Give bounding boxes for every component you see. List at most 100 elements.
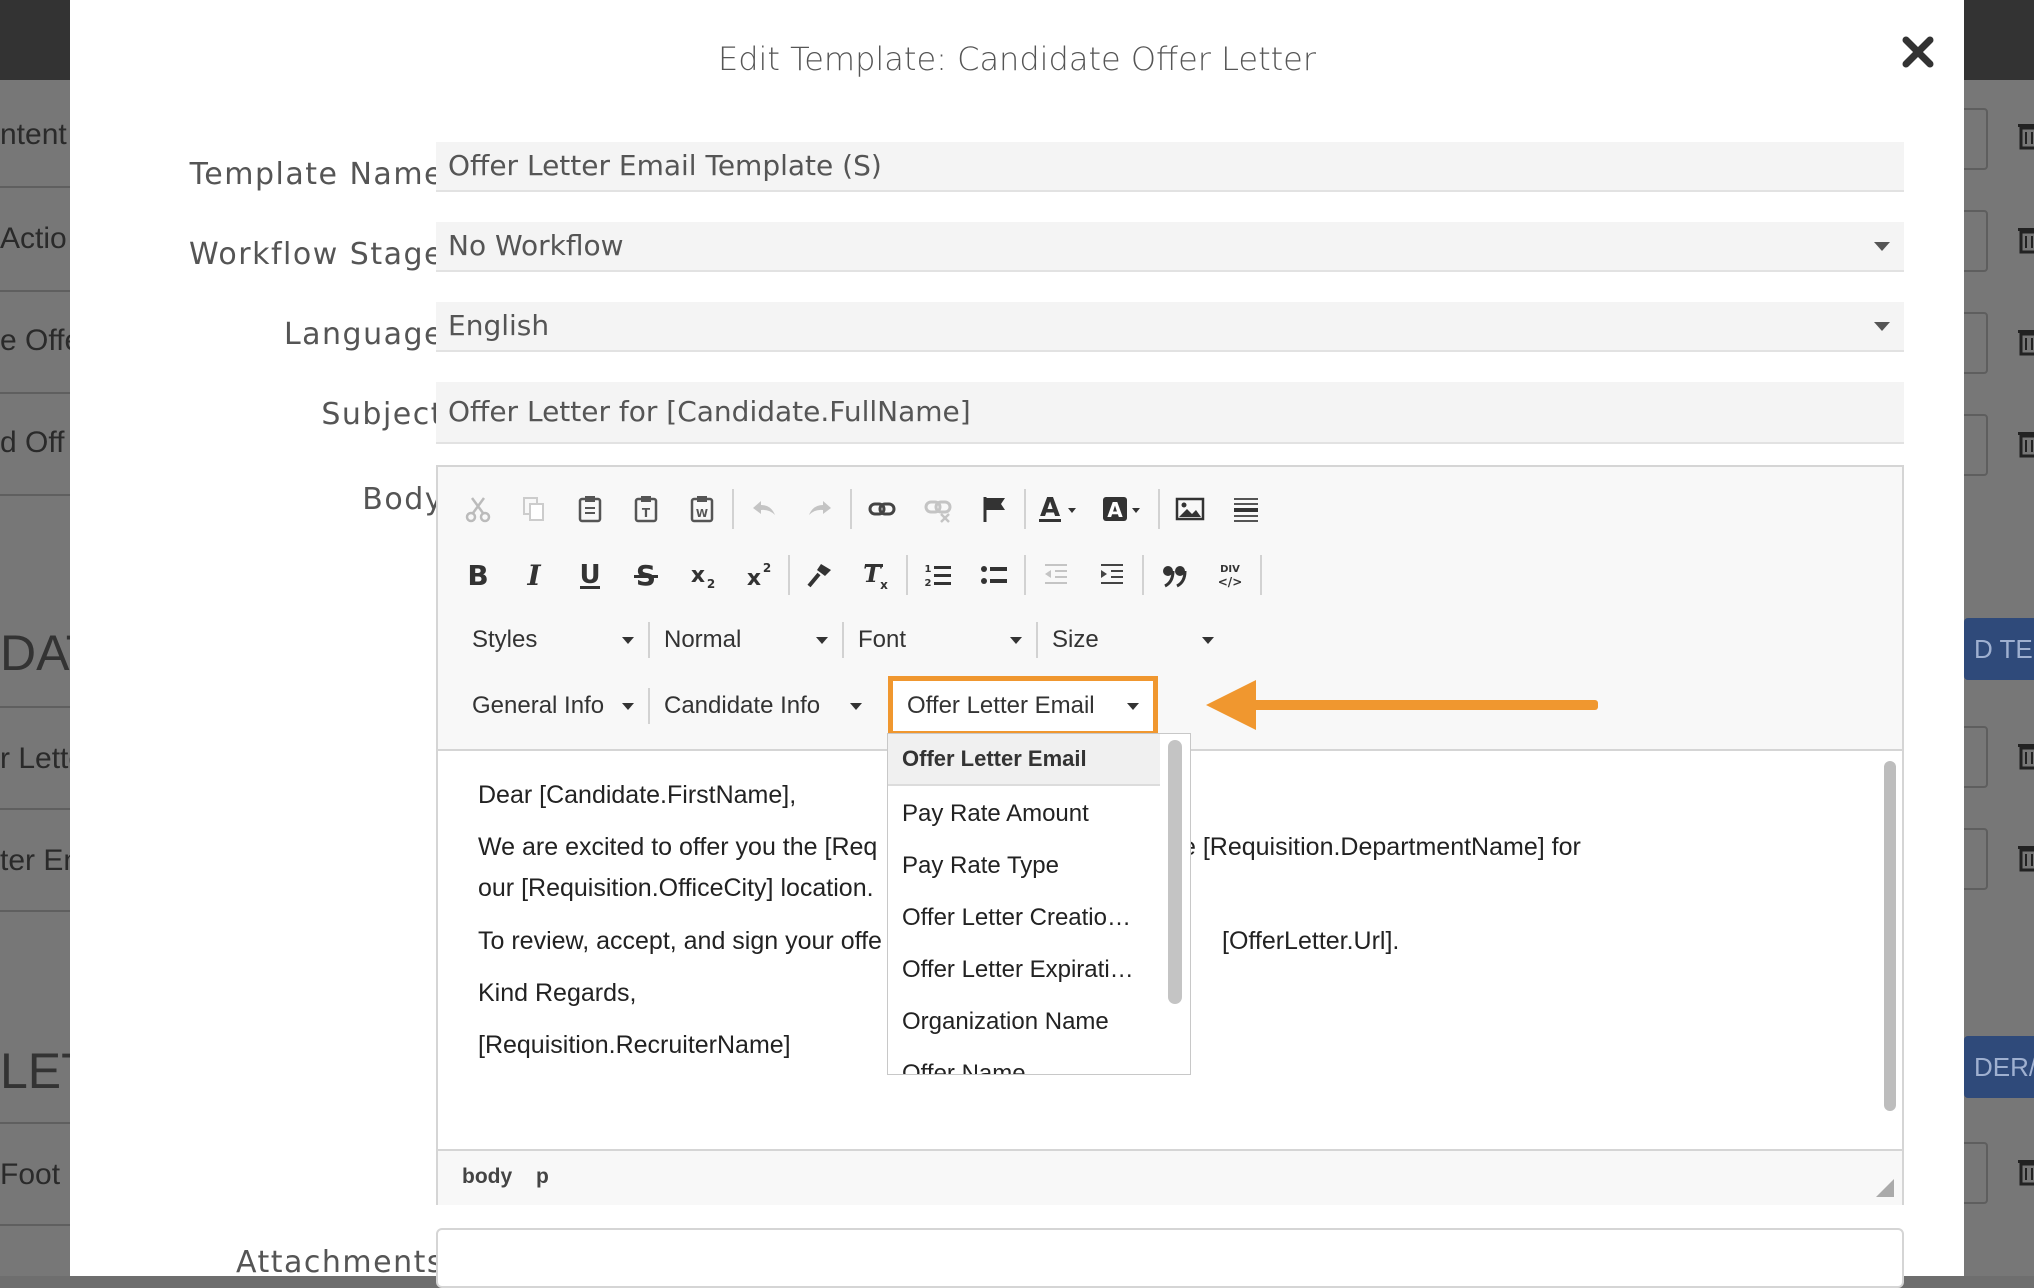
background-divider: [0, 290, 70, 292]
background-add-template-button: D TE: [1964, 618, 2034, 680]
unlink-icon[interactable]: [910, 481, 966, 537]
superscript-icon[interactable]: x2: [730, 547, 786, 603]
create-div-icon[interactable]: DIV </>: [1202, 547, 1258, 603]
language-select[interactable]: English: [436, 302, 1904, 352]
background-color-icon[interactable]: A: [1092, 481, 1156, 537]
toolbar-separator: [732, 489, 734, 529]
trash-icon: [2018, 744, 2034, 770]
background-section-heading: LET: [0, 1043, 70, 1099]
dropdown-item[interactable]: Offer Letter Creatio…: [902, 904, 1150, 932]
paste-word-icon[interactable]: W: [674, 481, 730, 537]
background-row-text: r Lette: [0, 742, 70, 775]
numbered-list-icon[interactable]: 12: [910, 547, 966, 603]
remove-format-icon[interactable]: Tx: [848, 547, 904, 603]
copy-formatting-icon[interactable]: [792, 547, 848, 603]
italic-icon[interactable]: I: [506, 547, 562, 603]
chevron-down-icon: [816, 637, 828, 644]
resize-handle-icon[interactable]: [1876, 1179, 1894, 1197]
copy-icon[interactable]: [506, 481, 562, 537]
bold-icon[interactable]: B: [450, 547, 506, 603]
font-combo-label: Font: [858, 626, 907, 653]
cut-icon[interactable]: [450, 481, 506, 537]
background-row-text: Foot: [0, 1158, 61, 1191]
paste-icon[interactable]: [562, 481, 618, 537]
styles-combo[interactable]: Styles: [458, 615, 648, 665]
dropdown-scrollbar[interactable]: [1168, 740, 1182, 1004]
dropdown-item[interactable]: Offer Name: [902, 1060, 1150, 1074]
dropdown-header: Offer Letter Email: [888, 734, 1160, 786]
background-row-text: d Off: [0, 426, 65, 459]
text-color-icon[interactable]: A: [1028, 481, 1092, 537]
general-info-combo[interactable]: General Info: [458, 676, 648, 736]
link-icon[interactable]: [854, 481, 910, 537]
outdent-icon[interactable]: [1028, 547, 1084, 603]
toolbar-separator: [1024, 489, 1026, 529]
background-divider: [0, 494, 70, 496]
language-label: Language: [283, 317, 444, 352]
svg-text:DIV: DIV: [1220, 564, 1240, 575]
toolbar-separator: [1260, 555, 1262, 595]
background-divider: [0, 1224, 70, 1226]
svg-text:x: x: [880, 578, 888, 590]
attachments-dropzone[interactable]: [436, 1228, 1904, 1288]
blockquote-icon[interactable]: [1146, 547, 1202, 603]
body-paragraph: We are excited to offer you the [Req: [478, 833, 878, 861]
image-icon[interactable]: [1162, 481, 1218, 537]
anchor-flag-icon[interactable]: [966, 481, 1022, 537]
underline-icon[interactable]: U: [562, 547, 618, 603]
svg-text:</>: </>: [1218, 575, 1243, 589]
subscript-icon[interactable]: x2: [674, 547, 730, 603]
background-section-heading: DAT: [0, 625, 70, 681]
svg-text:T: T: [642, 506, 651, 520]
background-row-text: e Offe: [0, 324, 70, 357]
trash-icon: [2018, 330, 2034, 356]
undo-icon[interactable]: [736, 481, 792, 537]
strikethrough-icon[interactable]: S: [618, 547, 674, 603]
background-divider: [0, 706, 70, 708]
svg-text:x: x: [691, 563, 705, 588]
dropdown-item[interactable]: Pay Rate Amount: [902, 800, 1150, 828]
edit-template-modal: Edit Template: Candidate Offer Letter Te…: [70, 0, 1964, 1288]
background-row-text: ter Em: [0, 844, 70, 877]
close-icon[interactable]: [1898, 32, 1938, 72]
format-combo-label: Normal: [664, 626, 742, 653]
workflow-stage-value: No Workflow: [448, 229, 624, 262]
annotation-arrow-shaft: [1250, 700, 1598, 710]
workflow-stage-select[interactable]: No Workflow: [436, 222, 1904, 272]
redo-icon[interactable]: [792, 481, 848, 537]
size-combo[interactable]: Size: [1038, 615, 1228, 665]
trash-icon: [2018, 846, 2034, 872]
offer-letter-email-combo-label: Offer Letter Email: [907, 692, 1095, 719]
template-name-value: Offer Letter Email Template (S): [448, 149, 882, 182]
toolbar-row-basicstyles: B I U S x2 x2 Tx 12 DIV</>: [450, 547, 1264, 603]
editor-scrollbar[interactable]: [1878, 749, 1902, 1151]
path-item-p[interactable]: p: [536, 1165, 549, 1189]
indent-icon[interactable]: [1084, 547, 1140, 603]
chevron-down-icon: [1202, 637, 1214, 644]
svg-text:B: B: [467, 560, 488, 590]
chevron-down-icon: [1874, 242, 1890, 251]
background-reorder-button: DER/: [1964, 1036, 2034, 1098]
candidate-info-combo-label: Candidate Info: [664, 692, 821, 719]
offer-letter-email-combo[interactable]: Offer Letter Email: [888, 676, 1158, 736]
subject-input[interactable]: Offer Letter for [Candidate.FullName]: [436, 382, 1904, 444]
path-item-body[interactable]: body: [462, 1165, 512, 1189]
chevron-down-icon: [1127, 703, 1139, 710]
dropdown-item[interactable]: Offer Letter Expirati…: [902, 956, 1150, 984]
dropdown-item[interactable]: Organization Name: [902, 1008, 1150, 1036]
template-name-input[interactable]: Offer Letter Email Template (S): [436, 142, 1904, 192]
horizontal-line-icon[interactable]: [1218, 481, 1274, 537]
background-divider: [0, 392, 70, 394]
font-combo[interactable]: Font: [844, 615, 1036, 665]
chevron-down-icon: [850, 703, 862, 710]
scrollbar-thumb[interactable]: [1884, 761, 1896, 1111]
svg-text:x: x: [747, 566, 761, 590]
candidate-info-combo[interactable]: Candidate Info: [650, 676, 876, 736]
bulleted-list-icon[interactable]: [966, 547, 1022, 603]
body-paragraph: Dear [Candidate.FirstName],: [478, 781, 797, 809]
dropdown-item[interactable]: Pay Rate Type: [902, 852, 1150, 880]
toolbar-separator: [788, 555, 790, 595]
paste-text-icon[interactable]: T: [618, 481, 674, 537]
body-paragraph-tail: [OfferLetter.Url].: [1222, 927, 1400, 955]
format-combo[interactable]: Normal: [650, 615, 842, 665]
